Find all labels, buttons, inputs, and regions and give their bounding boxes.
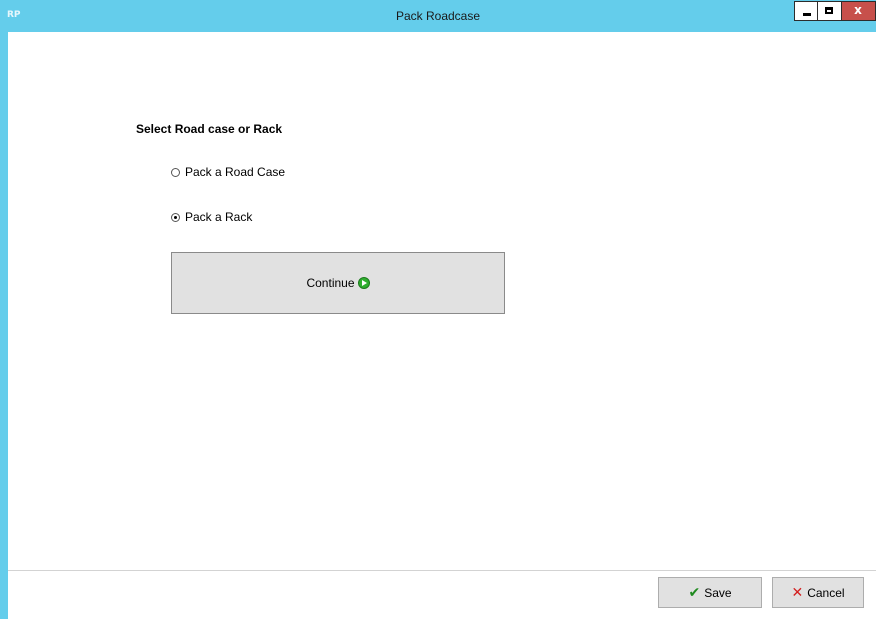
section-heading: Select Road case or Rack bbox=[136, 122, 283, 136]
radio-road-case[interactable] bbox=[171, 167, 180, 177]
cancel-x-icon: ✕ bbox=[791, 584, 804, 601]
continue-button[interactable]: Continue bbox=[171, 252, 505, 314]
option-road-case[interactable]: Pack a Road Case bbox=[171, 164, 285, 180]
minimize-icon bbox=[803, 13, 811, 16]
radio-rack[interactable] bbox=[171, 212, 180, 222]
save-button[interactable]: ✔ Save bbox=[658, 577, 762, 608]
save-label: Save bbox=[704, 585, 732, 600]
window-title: Pack Roadcase bbox=[395, 9, 481, 23]
cancel-label: Cancel bbox=[807, 585, 845, 600]
maximize-button[interactable] bbox=[818, 1, 842, 21]
maximize-icon bbox=[825, 7, 833, 14]
minimize-button[interactable] bbox=[794, 1, 818, 21]
app-window: RP Pack Roadcase x Select Road case or R… bbox=[0, 0, 876, 619]
close-icon: x bbox=[854, 3, 862, 17]
arrow-right-icon bbox=[357, 277, 370, 289]
footer-divider bbox=[8, 570, 876, 571]
cancel-button[interactable]: ✕ Cancel bbox=[772, 577, 864, 608]
option-road-case-label[interactable]: Pack a Road Case bbox=[185, 165, 285, 179]
dialog-body: Select Road case or Rack Pack a Road Cas… bbox=[8, 32, 876, 619]
title-bar[interactable]: RP Pack Roadcase x bbox=[0, 0, 876, 32]
continue-label: Continue bbox=[306, 276, 355, 290]
checkmark-icon: ✔ bbox=[688, 584, 701, 601]
option-rack-label[interactable]: Pack a Rack bbox=[185, 210, 252, 224]
close-button[interactable]: x bbox=[842, 1, 876, 21]
option-rack[interactable]: Pack a Rack bbox=[171, 209, 252, 225]
